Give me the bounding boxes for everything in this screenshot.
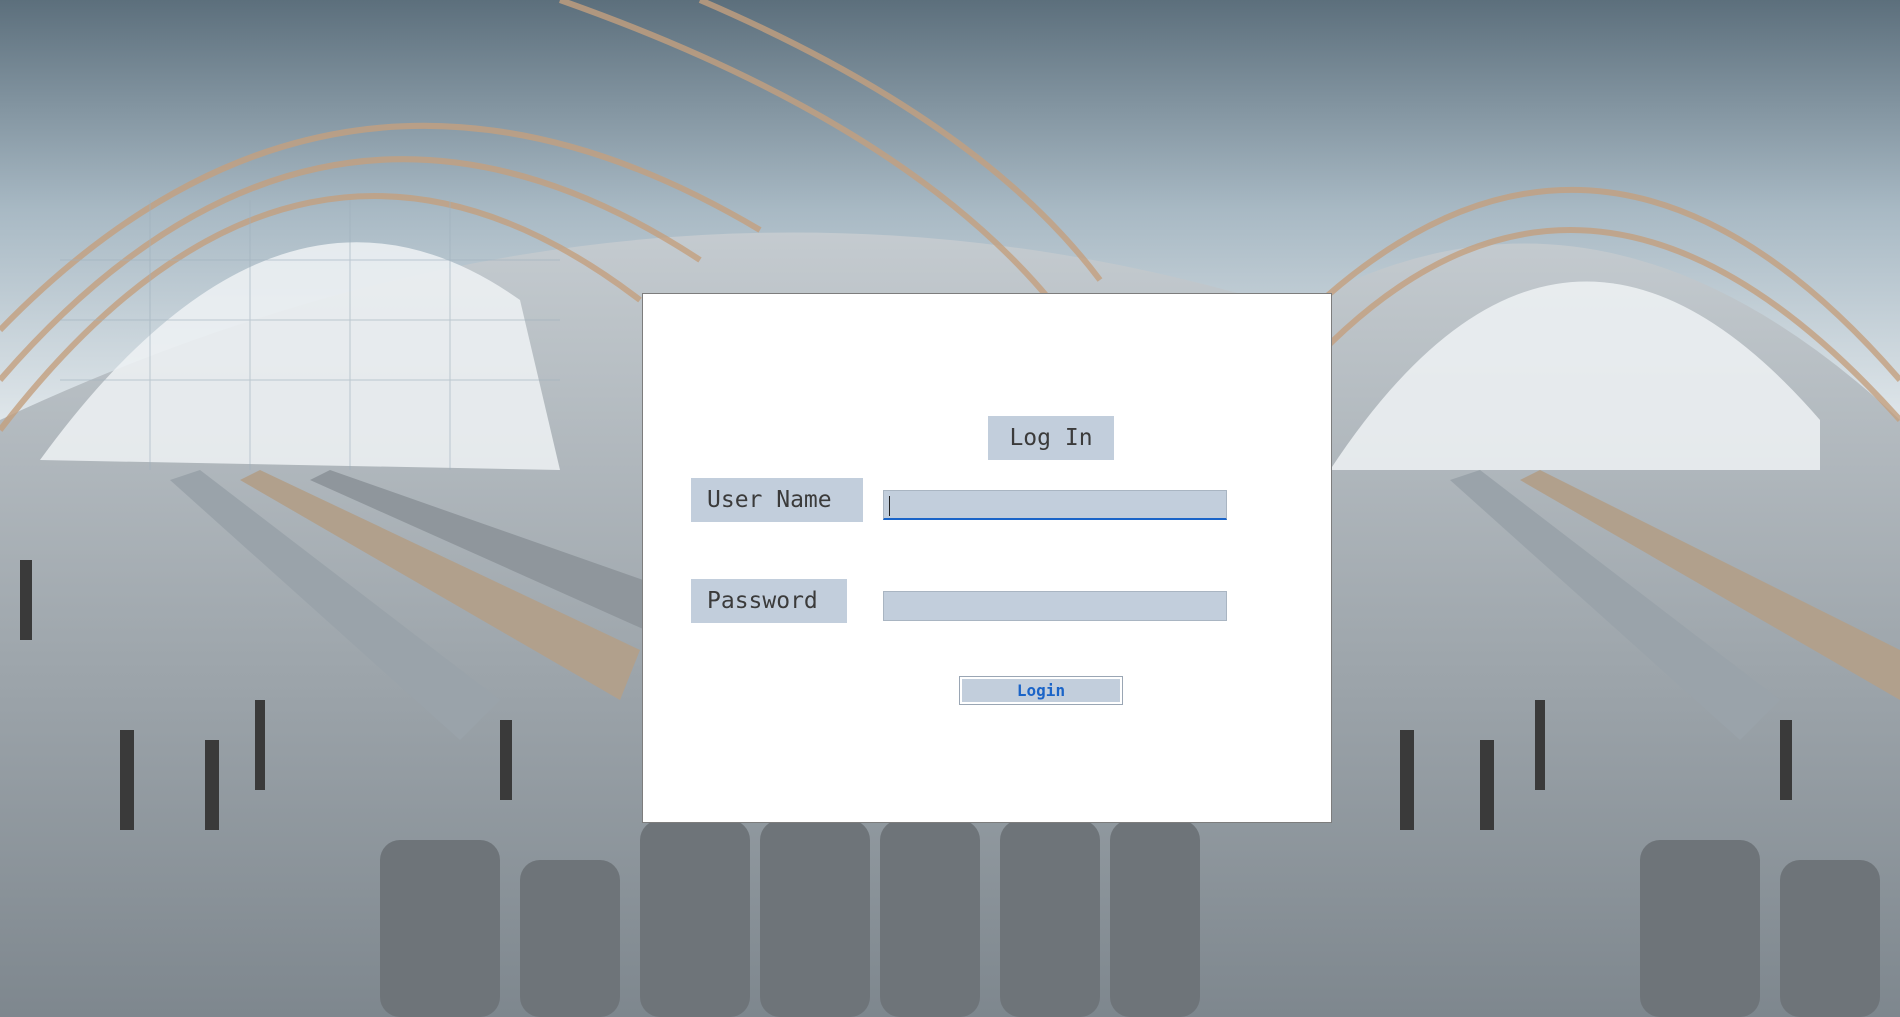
username-label: User Name (691, 478, 863, 522)
login-dialog: Log In User Name Password Login (642, 293, 1332, 823)
password-label: Password (691, 579, 847, 623)
login-button[interactable]: Login (959, 676, 1123, 705)
text-cursor (889, 496, 890, 516)
password-input[interactable] (883, 591, 1227, 621)
username-input[interactable] (883, 490, 1227, 520)
login-title: Log In (988, 416, 1114, 460)
